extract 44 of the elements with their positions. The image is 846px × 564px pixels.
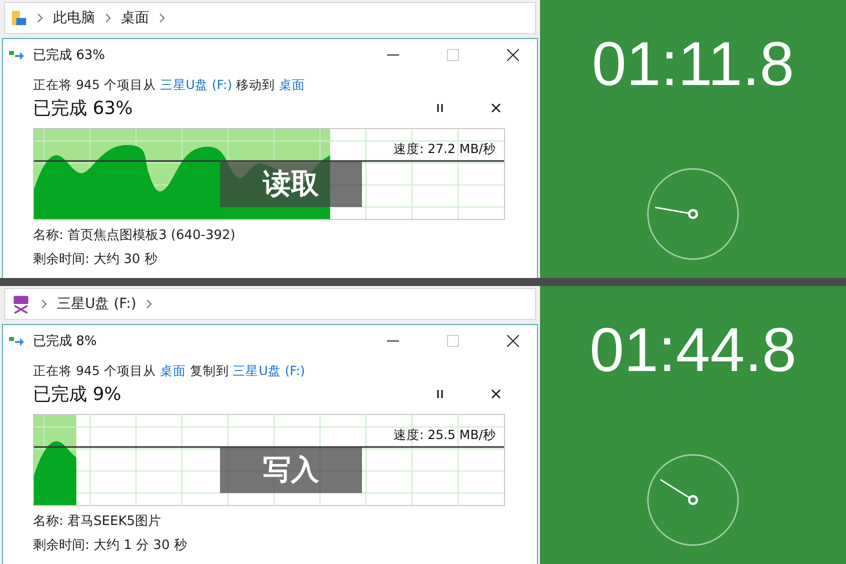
description-text: 正在将 945 个项目从 — [33, 77, 157, 92]
breadcrumb[interactable]: 桌面 — [121, 9, 149, 27]
caption-overlay: 写入 — [220, 447, 362, 493]
time-remaining: 剩余时间: 大约 30 秒 — [33, 251, 158, 268]
address-bar[interactable]: 此电脑 桌面 — [4, 2, 536, 34]
sd-card-icon — [11, 294, 31, 314]
location-link[interactable]: 桌面 — [279, 77, 306, 92]
transfer-icon — [9, 335, 25, 347]
cancel-icon[interactable] — [491, 103, 501, 113]
stopwatch-dial-icon — [645, 452, 741, 548]
file-name: 名称: 君马SEEK5图片 — [33, 513, 162, 530]
breadcrumb[interactable]: 此电脑 — [53, 9, 95, 27]
description-text: 移动到 — [235, 77, 276, 92]
description-text: 复制到 — [188, 363, 230, 378]
window-title: 已完成 63% — [33, 47, 106, 64]
location-link[interactable]: 桌面 — [160, 363, 186, 378]
location-link[interactable]: 三星U盘 (F:) — [160, 77, 232, 92]
stopwatch-time: 01:11.8 — [592, 34, 794, 96]
chevron-icon[interactable] — [146, 299, 152, 309]
chevron-icon[interactable] — [41, 299, 47, 309]
window-title: 已完成 8% — [33, 333, 97, 350]
close-icon[interactable] — [507, 49, 519, 61]
progress-status: 已完成 63% — [33, 97, 133, 120]
file-name: 名称: 首页焦点图模板3 (640-392) — [33, 227, 236, 244]
address-bar[interactable]: 三星U盘 (F:) — [4, 288, 536, 320]
stopwatch-dial-icon — [645, 166, 741, 262]
chevron-icon[interactable] — [105, 13, 111, 23]
speed-label: 速度: 27.2 MB/秒 — [393, 141, 496, 158]
location-link[interactable]: 三星U盘 (F:) — [232, 363, 306, 378]
chevron-icon[interactable] — [37, 13, 43, 23]
time-remaining: 剩余时间: 大约 1 分 30 秒 — [33, 537, 188, 554]
stopwatch-time: 01:44.8 — [590, 320, 796, 382]
description-text: 正在将 945 个项目从 — [33, 363, 157, 378]
progress-status: 已完成 9% — [33, 383, 122, 406]
pause-icon[interactable] — [435, 103, 445, 113]
folder-pc-icon — [11, 9, 27, 27]
chevron-icon[interactable] — [159, 13, 165, 23]
close-icon[interactable] — [507, 335, 519, 347]
speed-label: 速度: 25.5 MB/秒 — [393, 427, 496, 444]
caption-overlay: 读取 — [220, 161, 362, 207]
breadcrumb[interactable]: 三星U盘 (F:) — [57, 295, 136, 313]
transfer-icon — [9, 49, 25, 61]
cancel-icon[interactable] — [491, 389, 501, 399]
pause-icon[interactable] — [435, 389, 445, 399]
